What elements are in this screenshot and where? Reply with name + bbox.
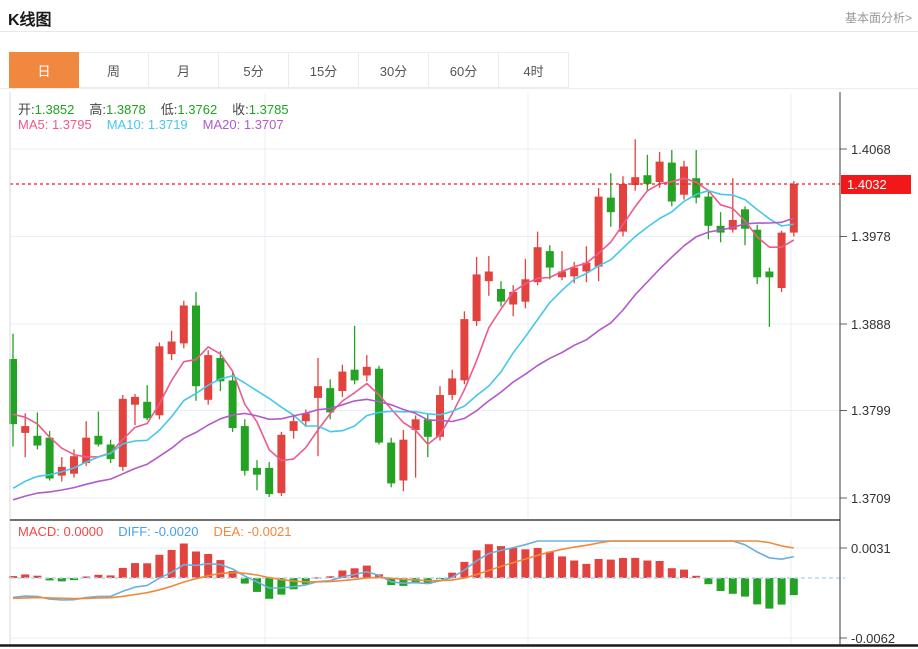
ma-item: MA10: 1.3719: [106, 117, 188, 132]
macd-readout: MACD: 0.0000 DIFF: -0.0020 DEA: -0.0021: [18, 524, 307, 539]
price-axis-label: 1.3709: [851, 491, 891, 506]
ohlc-item: 收:1.3785: [232, 102, 289, 117]
ma-item: MA20: 1.3707: [202, 117, 284, 132]
ohlc-readout: 开:1.3852 高:1.3878 低:1.3762 收:1.3785: [18, 99, 304, 118]
price-axis-label: 1.3978: [851, 229, 891, 244]
ohlc-item: 高:1.3878: [89, 102, 146, 117]
macd-item: DIFF: -0.0020: [118, 524, 199, 539]
kline-panel: K线图 基本面分析> 日周月 5分 15分 30分 60分 4时 开:1.3852 高:1.…: [0, 0, 918, 649]
ohlc-item: 低:1.3762: [160, 102, 218, 117]
ma-item: MA5: 1.3795: [18, 117, 92, 132]
price-axis-label: 1.4068: [851, 142, 891, 157]
current-price-badge: 1.4032: [841, 175, 911, 194]
ma-readout: MA5: 1.3795 MA10: 1.3719 MA20: 1.3707: [18, 117, 299, 132]
macd-axis-label: -0.0062: [851, 631, 896, 646]
macd-item: MACD: 0.0000: [18, 524, 104, 539]
price-axis-label: 1.3799: [851, 403, 891, 418]
macd-axis-label: 0.0031: [851, 541, 891, 556]
kline-chart[interactable]: [0, 0, 918, 649]
price-axis-label: 1.3888: [851, 317, 891, 332]
macd-item: DEA: -0.0021: [213, 524, 292, 539]
ohlc-item: 开:1.3852: [18, 102, 75, 117]
